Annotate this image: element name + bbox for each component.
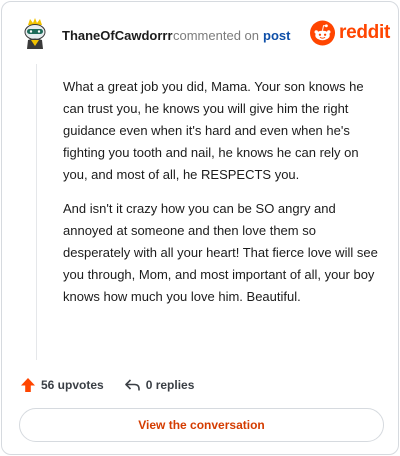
- reply-button[interactable]: 0 replies: [124, 377, 195, 393]
- avatar[interactable]: [20, 16, 50, 52]
- comment-header: ThaneOfCawdorrr commented on post reddit: [2, 2, 400, 64]
- reddit-wordmark: reddit: [339, 22, 390, 43]
- comment-actions: 56 upvotes 0 replies: [18, 374, 388, 396]
- comment-author[interactable]: ThaneOfCawdorrr: [62, 28, 173, 43]
- comment-paragraph: What a great job you did, Mama. Your son…: [63, 79, 364, 182]
- comment-body: What a great job you did, Mama. Your son…: [63, 76, 383, 320]
- reddit-logo[interactable]: reddit: [310, 19, 390, 47]
- comment-meta: commented on post: [173, 28, 290, 43]
- comment-embed-card: ThaneOfCawdorrr commented on post reddit …: [1, 1, 399, 455]
- reply-arrow-icon: [124, 379, 140, 391]
- upvote-arrow-icon: [21, 378, 35, 392]
- reply-count: 0 replies: [145, 378, 195, 392]
- reddit-snoo-icon: [310, 20, 336, 46]
- upvote-button[interactable]: 56 upvotes: [20, 377, 104, 393]
- meta-action-text: commented on: [173, 28, 259, 43]
- view-conversation-button[interactable]: View the conversation: [19, 408, 384, 442]
- upvote-count: 56 upvotes: [41, 378, 104, 392]
- thread-line: [36, 64, 37, 360]
- comment-paragraph: And isn't it crazy how you can be SO ang…: [63, 201, 378, 304]
- post-link[interactable]: post: [263, 28, 290, 43]
